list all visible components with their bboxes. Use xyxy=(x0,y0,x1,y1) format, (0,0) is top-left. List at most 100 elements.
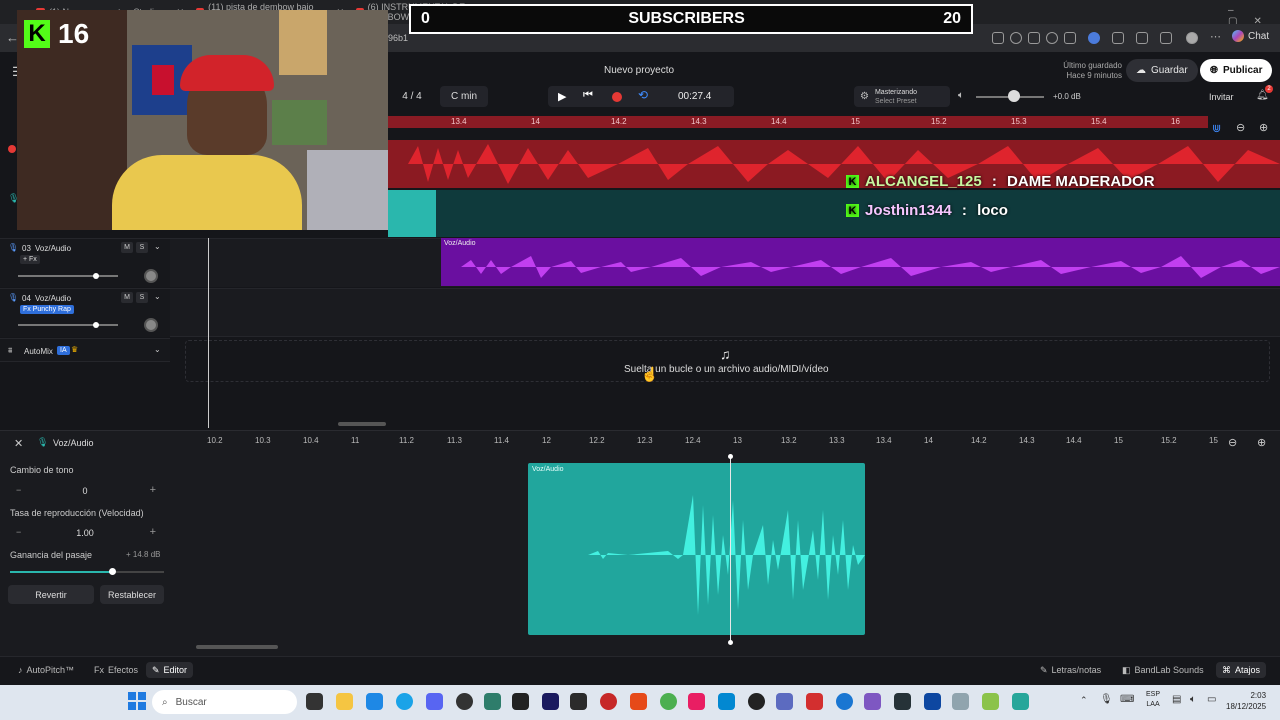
close-icon[interactable]: ✕ xyxy=(14,437,23,450)
brave-icon[interactable] xyxy=(630,693,647,710)
track-header-3[interactable]: 🎙︎ 03 Voz/Audio M S ⌄ + Fx xyxy=(0,238,170,287)
audio-clip[interactable] xyxy=(388,190,436,237)
track-header-4[interactable]: 🎙︎ 04 Voz/Audio M S ⌄ Fx Punchy Rap xyxy=(0,288,170,337)
app-icon[interactable] xyxy=(1012,693,1029,710)
pan-knob[interactable] xyxy=(144,318,158,332)
chevron-down-icon[interactable]: ⌄ xyxy=(154,242,161,251)
edge-icon[interactable] xyxy=(396,693,413,710)
loop-icon[interactable]: ⟲ xyxy=(638,88,648,102)
key-selector[interactable]: C min xyxy=(440,86,488,107)
save-button[interactable]: ☁ Guardar xyxy=(1126,59,1198,82)
track-name[interactable]: Voz/Audio xyxy=(35,244,71,253)
store-icon[interactable] xyxy=(366,693,383,710)
chrome-icon[interactable] xyxy=(660,693,677,710)
epic-games-icon[interactable] xyxy=(512,693,529,710)
playhead[interactable] xyxy=(208,238,209,428)
master-volume-knob[interactable] xyxy=(1008,90,1020,102)
extension-icon[interactable] xyxy=(992,32,1004,44)
task-view-icon[interactable] xyxy=(306,693,323,710)
taskbar-search[interactable]: ⌕ Buscar xyxy=(152,690,297,714)
reset-button[interactable]: Restablecer xyxy=(100,585,164,604)
app-icon[interactable] xyxy=(748,693,765,710)
fx-button[interactable]: + Fx xyxy=(20,255,40,264)
zoom-out-icon[interactable]: ⊖ xyxy=(1236,121,1245,134)
gain-slider-handle[interactable] xyxy=(108,568,116,575)
battery-icon[interactable]: ▭ xyxy=(1207,694,1216,705)
discord-icon[interactable] xyxy=(426,693,443,710)
collections-icon[interactable] xyxy=(1160,32,1172,44)
audio-clip[interactable]: Voz/Audio xyxy=(441,238,1280,286)
avatar[interactable] xyxy=(1186,32,1198,44)
chevron-down-icon[interactable]: ⌄ xyxy=(154,345,161,354)
plus-icon[interactable]: + xyxy=(150,526,156,538)
editor-audio-clip[interactable]: Voz/Audio xyxy=(528,463,865,635)
chevron-up-icon[interactable]: ⌃ xyxy=(1080,695,1088,706)
audio-clip-track-2[interactable] xyxy=(388,190,1280,237)
mic-icon[interactable]: 🎙︎ xyxy=(1100,694,1113,705)
zoom-out-icon[interactable]: ⊖ xyxy=(1228,436,1237,449)
track-lane-4[interactable] xyxy=(170,288,1280,337)
teams-icon[interactable] xyxy=(776,693,793,710)
app-icon[interactable] xyxy=(484,693,501,710)
tiktok-icon[interactable] xyxy=(688,693,705,710)
keyboard-icon[interactable]: ⌨ xyxy=(1120,694,1134,705)
record-icon[interactable] xyxy=(612,92,622,102)
playhead-bottom-handle[interactable] xyxy=(728,640,733,645)
editor-playhead[interactable] xyxy=(730,457,731,642)
zoom-in-icon[interactable]: ⊕ xyxy=(1259,121,1268,134)
language-indicator[interactable]: ESP LAA xyxy=(1146,690,1160,710)
shortcuts-tab[interactable]: ⌘ Atajos xyxy=(1216,662,1267,678)
publish-button[interactable]: 🌐︎ Publicar xyxy=(1200,59,1273,82)
app-icon[interactable] xyxy=(952,693,969,710)
menu-icon[interactable]: ⋯ xyxy=(1210,30,1222,43)
gain-slider[interactable] xyxy=(10,571,164,573)
track-volume-handle[interactable] xyxy=(93,322,99,328)
bandlab-sounds-tab[interactable]: ◧ BandLab Sounds xyxy=(1116,662,1210,678)
photoshop-icon[interactable] xyxy=(924,693,941,710)
zoom-icon[interactable] xyxy=(1010,32,1022,44)
autopitch-tab[interactable]: ♪ AutoPitch™ xyxy=(12,662,80,678)
media-player-icon[interactable] xyxy=(600,693,617,710)
app-icon[interactable] xyxy=(806,693,823,710)
chevron-down-icon[interactable]: ⌄ xyxy=(154,292,161,301)
app-icon[interactable] xyxy=(718,693,735,710)
editor-scrollbar[interactable] xyxy=(196,645,278,649)
mic-icon[interactable] xyxy=(1046,32,1058,44)
app-icon[interactable] xyxy=(982,693,999,710)
profile-icon[interactable] xyxy=(1088,32,1100,44)
revert-button[interactable]: Revertir xyxy=(8,585,94,604)
track-name[interactable]: Voz/Audio xyxy=(35,294,71,303)
mute-button[interactable]: M xyxy=(121,242,133,253)
horizontal-scrollbar[interactable] xyxy=(338,422,386,426)
url-fragment[interactable]: 96b1 xyxy=(388,33,408,43)
editor-tab[interactable]: ✎ Editor xyxy=(146,662,194,678)
premiere-icon[interactable] xyxy=(542,693,559,710)
effects-tab[interactable]: Fx Efectos xyxy=(88,662,144,678)
zoom-in-icon[interactable]: ⊕ xyxy=(1257,436,1266,449)
record-arm-icon[interactable] xyxy=(8,145,16,153)
app-icon[interactable] xyxy=(864,693,881,710)
obs-icon[interactable] xyxy=(456,693,473,710)
play-icon[interactable]: ▶ xyxy=(558,90,566,103)
lyrics-tab[interactable]: ✎ Letras/notas xyxy=(1034,662,1107,678)
pan-knob[interactable] xyxy=(144,269,158,283)
solo-button[interactable]: S xyxy=(136,292,148,303)
automix-row[interactable]: ⩩ AutoMix IA ♛ ⌄ xyxy=(0,338,170,362)
project-title[interactable]: Nuevo proyecto xyxy=(604,65,674,76)
file-explorer-icon[interactable] xyxy=(336,693,353,710)
taskbar-clock[interactable]: 2:03 18/12/2025 xyxy=(1226,690,1266,712)
fx-button[interactable]: Fx Punchy Rap xyxy=(20,305,74,314)
plus-icon[interactable]: + xyxy=(150,484,156,496)
windows-start-icon[interactable] xyxy=(128,692,146,710)
capcut-icon[interactable] xyxy=(570,693,587,710)
network-icon[interactable]: ▤ xyxy=(1172,694,1181,705)
extension-icon[interactable] xyxy=(1064,32,1076,44)
solo-button[interactable]: S xyxy=(136,242,148,253)
favorites-icon[interactable] xyxy=(1136,32,1148,44)
magnet-icon[interactable]: ⋓ xyxy=(1212,122,1221,135)
invite-button[interactable]: Invitar xyxy=(1209,92,1234,102)
playhead-top-handle[interactable] xyxy=(728,454,733,459)
mute-button[interactable]: M xyxy=(121,292,133,303)
speaker-icon[interactable]: 🔈︎ xyxy=(958,90,964,101)
volume-icon[interactable]: 🔈︎ xyxy=(1190,694,1196,705)
